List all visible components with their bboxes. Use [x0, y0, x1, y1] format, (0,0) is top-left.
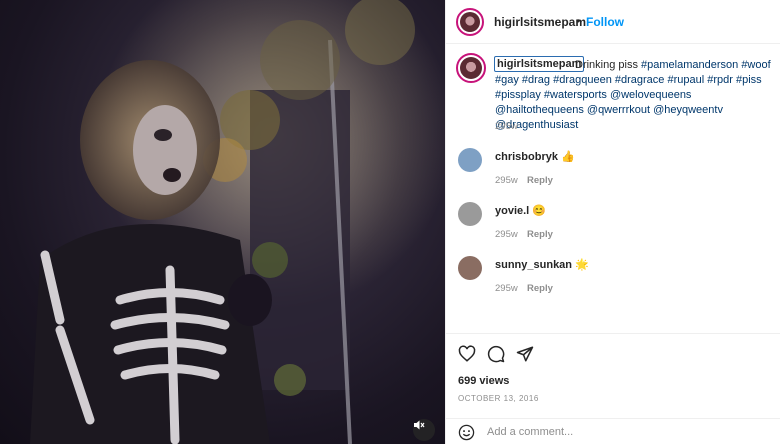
- comment-text: sunny_sunkan 🌟: [495, 258, 589, 271]
- post-video[interactable]: [0, 0, 445, 444]
- caption-author-avatar[interactable]: [456, 53, 486, 83]
- post-header: higirlsitsmepam • Follow: [446, 0, 780, 44]
- post-actions: 699 views OCTOBER 13, 2016 Add a comment…: [446, 333, 780, 444]
- view-count[interactable]: 699 views: [458, 375, 509, 387]
- commenter-avatar[interactable]: [458, 256, 482, 280]
- commenter-avatar[interactable]: [458, 148, 482, 172]
- comment-emoji: 😊: [532, 205, 547, 217]
- comment-item: chrisbobryk 👍 295w Reply: [446, 146, 780, 196]
- author-avatar[interactable]: [456, 8, 484, 36]
- share-icon[interactable]: [516, 345, 534, 363]
- comment-timestamp[interactable]: 295w: [495, 175, 518, 186]
- commenter-avatar[interactable]: [458, 202, 482, 226]
- caption-tags-line1[interactable]: #pamelamanderson #woof: [641, 59, 771, 71]
- comment-username[interactable]: chrisbobryk: [495, 151, 558, 163]
- post-date[interactable]: OCTOBER 13, 2016: [458, 394, 539, 403]
- caption-timestamp[interactable]: 295w: [495, 121, 518, 132]
- comment-text: yovie.l 😊: [495, 204, 546, 217]
- comment-item: yovie.l 😊 295w Reply: [446, 200, 780, 250]
- comment-emoji: 🌟: [575, 259, 589, 271]
- emoji-icon[interactable]: [458, 424, 475, 441]
- author-username[interactable]: higirlsitsmepam: [494, 15, 586, 29]
- video-frame: [0, 0, 445, 444]
- comment-timestamp[interactable]: 295w: [495, 229, 518, 240]
- follow-button[interactable]: Follow: [586, 15, 624, 29]
- reply-button[interactable]: Reply: [527, 175, 553, 186]
- separator-dot: •: [576, 14, 581, 28]
- caption-body: Drinking piss: [575, 59, 638, 71]
- comment-timestamp[interactable]: 295w: [495, 283, 518, 294]
- comment-username[interactable]: sunny_sunkan: [495, 259, 572, 271]
- add-comment-input[interactable]: Add a comment...: [487, 426, 573, 438]
- caption-text: Drinking piss #pamelamanderson #woof #ga…: [495, 58, 777, 133]
- volume-mute-icon: [414, 420, 425, 430]
- comment-item: sunny_sunkan 🌟 295w Reply: [446, 254, 780, 304]
- caption-tags[interactable]: #gay #drag #dragqueen #dragrace #rupaul …: [495, 73, 777, 133]
- comment-icon[interactable]: [487, 345, 505, 363]
- comment-emoji: 👍: [561, 151, 575, 163]
- comment-text: chrisbobryk 👍: [495, 150, 575, 163]
- comment-username[interactable]: yovie.l: [495, 205, 529, 217]
- reply-button[interactable]: Reply: [527, 283, 553, 294]
- heart-icon[interactable]: [458, 345, 476, 363]
- mute-button[interactable]: [413, 419, 435, 441]
- reply-button[interactable]: Reply: [527, 229, 553, 240]
- post-details-panel: higirlsitsmepam • Follow higirlsitsmepam…: [445, 0, 780, 444]
- add-comment-bar: Add a comment...: [446, 418, 780, 444]
